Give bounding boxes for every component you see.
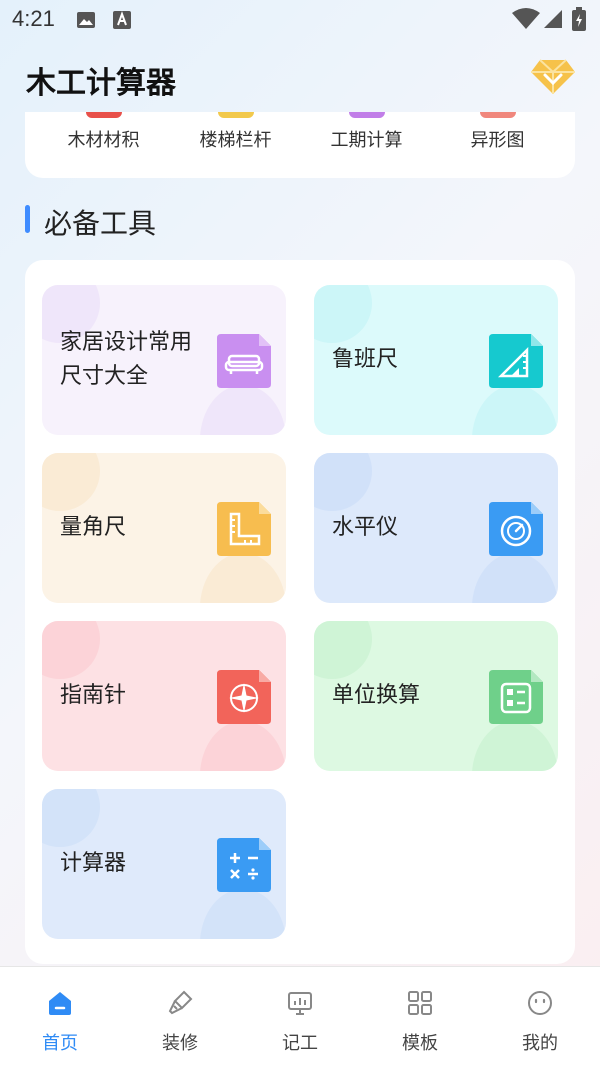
category-item-irregular-shape[interactable]: 异形图 [429,112,566,178]
nav-label: 首页 [42,1033,78,1054]
compass-icon [217,670,271,724]
font-app-icon [113,11,131,29]
angle-ruler-icon [217,502,271,556]
tool-label: 鲁班尺 [332,347,399,372]
unit-convert-icon [489,670,543,724]
chart-board-icon [288,992,312,1015]
grid-icon [408,991,432,1015]
category-icon-peek [217,112,254,118]
category-label: 工期计算 [330,130,403,151]
tool-card-furniture-sizes[interactable]: 家居设计常用尺寸大全 [42,285,286,435]
nav-item-decoration[interactable]: 装修 [120,967,240,1066]
bottom-nav: 首页 装修 记工 模板 我的 [0,966,600,1066]
nav-item-work-record[interactable]: 记工 [240,967,360,1066]
status-time: 4:21 [12,6,55,31]
tool-label: 家居设计常用尺寸大全 [60,330,193,389]
tool-card-level[interactable]: 水平仪 [314,453,558,603]
nav-label: 我的 [522,1033,558,1054]
image-icon [77,12,95,28]
category-label: 楼梯栏杆 [199,130,272,151]
nav-item-templates[interactable]: 模板 [360,967,480,1066]
nav-item-home[interactable]: 首页 [0,967,120,1066]
category-item-work-period[interactable]: 工期计算 [298,112,435,178]
category-icon-peek [479,112,516,118]
nav-label: 装修 [162,1033,198,1054]
section-title: 必备工具 [44,207,157,240]
sofa-icon [217,334,271,388]
level-gauge-icon [489,502,543,556]
category-item-wood-volume[interactable]: 木材材积 [35,112,172,178]
tool-card-compass[interactable]: 指南针 [42,621,286,771]
tool-label: 水平仪 [332,515,399,540]
smiley-icon [528,991,552,1015]
tool-label: 量角尺 [60,515,127,540]
wifi-icon [512,8,540,29]
signal-icon [544,10,562,28]
section-accent-bar [25,205,30,233]
ruler-triangle-icon [489,334,543,388]
app-title: 木工计算器 [26,66,176,101]
tool-label: 单位换算 [332,683,421,708]
nav-item-mine[interactable]: 我的 [480,967,600,1066]
category-label: 异形图 [470,130,525,151]
nav-label: 模板 [402,1033,438,1054]
tool-card-luban-ruler[interactable]: 鲁班尺 [314,285,558,435]
battery-icon [572,7,586,31]
tool-card-unit-conversion[interactable]: 单位换算 [314,621,558,771]
category-card: 木材材积 楼梯栏杆 工期计算 异形图 [25,112,575,178]
vip-diamond-icon[interactable] [530,56,576,96]
category-label: 木材材积 [67,130,140,151]
brush-icon [168,990,193,1015]
tool-card-angle-ruler[interactable]: 量角尺 [42,453,286,603]
home-icon [49,992,71,1015]
category-icon-peek [348,112,385,118]
tools-panel: 家居设计常用尺寸大全 鲁班尺 量角尺 水平仪 指南针 单位换算 计算器 [25,260,575,964]
tool-card-calculator[interactable]: 计算器 [42,789,286,939]
tool-label: 计算器 [60,851,127,876]
category-item-stair-railing[interactable]: 楼梯栏杆 [167,112,304,178]
status-bar: 4:21 [0,0,600,40]
tool-label: 指南针 [60,683,127,708]
calculator-icon [217,838,271,892]
category-icon-peek [85,112,122,118]
nav-label: 记工 [282,1033,318,1054]
